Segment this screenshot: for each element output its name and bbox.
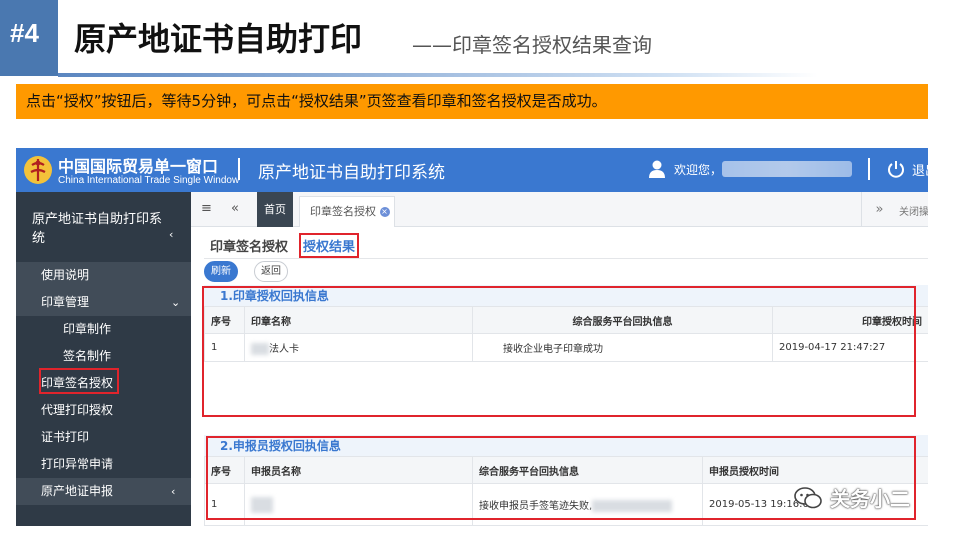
instruction-banner: 点击“授权”按钮后，等待5分钟，可点击“授权结果”页签查看印章和签名授权是否成功… — [16, 84, 928, 119]
highlight-box-section1 — [202, 286, 916, 417]
customs-emblem-icon — [24, 156, 52, 184]
header-divider — [238, 158, 240, 180]
wechat-icon — [794, 487, 822, 509]
sidebar: 原产地证书自助打印系统 ‹ 使用说明 印章管理 ⌄ 印章制作 签名制作 印章签名授… — [16, 192, 191, 526]
slide-title: 原产地证书自助打印 — [74, 20, 363, 58]
watermark-text: 关务小二 — [830, 487, 910, 511]
subtab-seal-signature-auth[interactable]: 印章签名授权 — [210, 236, 288, 255]
close-all-tabs[interactable]: 关闭操 — [899, 203, 928, 218]
brand-name-english: China International Trade Single Window — [58, 175, 240, 186]
close-icon[interactable]: × — [379, 207, 390, 217]
app-header: 中国国际贸易单一窗口 China International Trade Sin… — [16, 148, 928, 192]
subtab-divider — [204, 258, 928, 259]
title-underline — [58, 73, 818, 77]
sidebar-item-seal-management[interactable]: 印章管理 ⌄ — [16, 289, 191, 316]
sidebar-item-proxy-print-auth[interactable]: 代理打印授权 — [16, 397, 191, 424]
sidebar-item-print-exception[interactable]: 打印异常申请 — [16, 451, 191, 478]
power-icon[interactable] — [886, 159, 906, 179]
brand-name: 中国国际贸易单一窗口 — [58, 157, 219, 176]
scroll-left-icon[interactable]: « — [231, 201, 239, 216]
menu-toggle-icon[interactable]: ≡ — [201, 201, 212, 216]
welcome-text: 欢迎您， — [674, 163, 723, 177]
tab-home[interactable]: 首页 — [257, 192, 293, 227]
sidebar-item-certificate-print[interactable]: 证书打印 — [16, 424, 191, 451]
username-redacted — [722, 161, 852, 177]
chevron-left-icon: ‹ — [171, 485, 176, 498]
refresh-button[interactable]: 刷新 — [204, 261, 238, 282]
slide-subtitle: ——印章签名授权结果查询 — [412, 33, 652, 57]
scroll-right-icon[interactable]: » — [861, 192, 897, 227]
sidebar-item-guide[interactable]: 使用说明 — [16, 262, 191, 289]
sidebar-item-label: 印章管理 — [41, 295, 90, 309]
chevron-left-icon: ‹ — [169, 228, 174, 241]
chevron-down-icon: ⌄ — [171, 296, 181, 309]
sidebar-item-origin-declaration[interactable]: 原产地证申报 ‹ — [16, 478, 191, 505]
sidebar-item-seal-create[interactable]: 印章制作 — [16, 316, 191, 343]
highlight-box-sidebar — [39, 368, 119, 394]
highlight-box-subtab — [299, 233, 359, 258]
system-title: 原产地证书自助打印系统 — [258, 163, 445, 183]
tab-bar: ≡ « 首页 印章签名授权 × » 关闭操 — [191, 192, 928, 227]
logout-link[interactable]: 退出 — [912, 160, 928, 179]
sidebar-item-signature-create[interactable]: 签名制作 — [16, 343, 191, 370]
back-button[interactable]: 返回 — [254, 261, 288, 282]
header-divider-right — [868, 158, 870, 180]
app-screenshot: 中国国际贸易单一窗口 China International Trade Sin… — [16, 148, 928, 526]
sidebar-header[interactable]: 原产地证书自助打印系统 — [32, 210, 162, 248]
tab-seal-signature-auth[interactable]: 印章签名授权 × — [299, 196, 395, 227]
sidebar-item-label: 原产地证申报 — [41, 484, 114, 498]
slide-number-badge: #4 — [0, 0, 58, 76]
tab-label: 印章签名授权 — [310, 205, 376, 218]
slide-number: #4 — [10, 18, 39, 48]
user-icon — [649, 160, 665, 178]
